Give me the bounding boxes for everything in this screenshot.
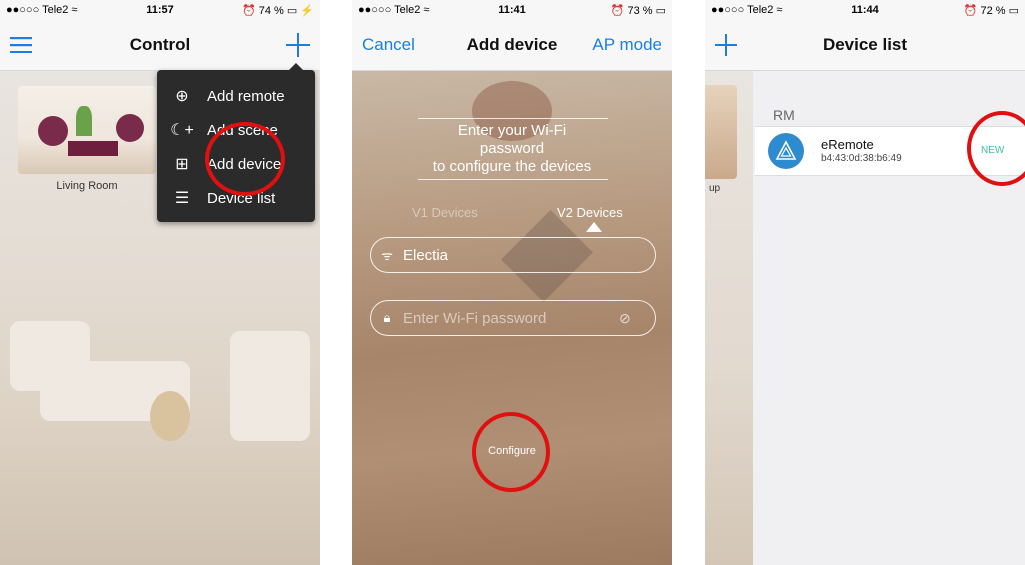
device-avatar-icon: [768, 133, 804, 169]
password-placeholder: Enter Wi-Fi password: [403, 309, 547, 327]
list-icon: ☰: [174, 190, 190, 207]
wifi-icon: ᯤ: [381, 248, 393, 263]
battery-status: ⏰ 72 % ▭: [963, 4, 1020, 17]
status-bar: ●●○○○ Tele2 ≈ 11:57 ⏰ 74 % ▭ ⚡: [0, 0, 320, 20]
carrier-label: ●●○○○ Tele2 ≈: [6, 4, 78, 16]
wifi-prompt: Enter your Wi-Fi password to configure t…: [392, 122, 632, 176]
menu-item-add-remote[interactable]: ⊕ Add remote: [157, 79, 315, 113]
clock: 11:44: [851, 4, 879, 16]
prompt-line-3: to configure the devices: [432, 158, 592, 175]
nav-bar: Control: [0, 20, 320, 71]
tab-v2-devices[interactable]: V2 Devices: [557, 205, 623, 220]
battery-status: ⏰ 73 % ▭: [610, 4, 667, 17]
status-bar: ●●○○○ Tele2 ≈ 11:41 ⏰ 73 % ▭: [352, 0, 672, 20]
background-strip: up: [705, 71, 753, 565]
phone-add-device-screen: ●●○○○ Tele2 ≈ 11:41 ⏰ 73 % ▭ Cancel Add …: [352, 0, 672, 565]
prompt-line-2: password: [479, 140, 545, 157]
nav-bar: Cancel Add device AP mode: [352, 20, 672, 71]
carrier-label: ●●○○○ Tele2 ≈: [711, 4, 783, 16]
partial-caption: up: [709, 183, 721, 194]
phone-device-list-screen: ●●○○○ Tele2 ≈ 11:44 ⏰ 72 % ▭ Device list…: [705, 0, 1025, 565]
remote-add-icon: ⊕: [175, 88, 189, 105]
carrier-label: ●●○○○ Tele2 ≈: [358, 4, 430, 16]
popup-arrow: [289, 63, 303, 70]
page-title: Device list: [822, 35, 908, 54]
cancel-button[interactable]: Cancel: [362, 20, 415, 70]
lock-icon: 🔒︎: [383, 310, 391, 325]
highlight-circle: [472, 412, 550, 492]
page-title: Control: [129, 35, 191, 54]
scene-add-icon: ☾+: [170, 122, 194, 139]
clock: 11:57: [146, 4, 174, 16]
dog-image: [150, 391, 190, 441]
battery-status: ⏰ 74 % ▭ ⚡: [241, 4, 315, 17]
chair-image: [38, 116, 68, 146]
menu-item-label: Add remote: [207, 87, 285, 105]
hamburger-icon[interactable]: [10, 20, 32, 70]
section-header: RM: [773, 107, 795, 123]
device-add-icon: ⊞: [175, 156, 189, 173]
plant-image: [76, 106, 92, 136]
chair-image: [116, 114, 144, 142]
eye-off-icon[interactable]: ⊘: [619, 310, 655, 327]
status-bar: ●●○○○ Tele2 ≈ 11:44 ⏰ 72 % ▭: [705, 0, 1025, 20]
password-field[interactable]: 🔒︎ Enter Wi-Fi password ⊘: [370, 300, 656, 336]
room-thumbnail-partial: [705, 85, 737, 179]
room-thumbnail[interactable]: [18, 86, 156, 174]
highlight-circle: [205, 122, 285, 196]
room-caption: Living Room: [56, 180, 118, 192]
tab-v1-devices[interactable]: V1 Devices: [412, 205, 478, 220]
prompt-rule: [418, 179, 608, 180]
plus-icon[interactable]: [715, 20, 737, 70]
clock: 11:41: [498, 4, 526, 16]
armchair-image: [230, 331, 310, 441]
prompt-line-1: Enter your Wi-Fi: [457, 122, 567, 139]
ssid-field[interactable]: ᯤ Electia: [370, 237, 656, 273]
device-name: eRemote: [821, 137, 874, 152]
nav-bar: Device list: [705, 20, 1025, 71]
page-title: Add device: [466, 35, 558, 54]
prompt-rule: [418, 118, 608, 119]
phone-control-screen: ●●○○○ Tele2 ≈ 11:57 ⏰ 74 % ▭ ⚡ Control L…: [0, 0, 320, 565]
device-mac: b4:43:0d:38:b6:49: [821, 153, 902, 164]
bench-image: [68, 141, 118, 156]
ssid-value: Electia: [403, 246, 449, 264]
ap-mode-button[interactable]: AP mode: [592, 20, 662, 70]
tab-indicator: [586, 222, 602, 232]
